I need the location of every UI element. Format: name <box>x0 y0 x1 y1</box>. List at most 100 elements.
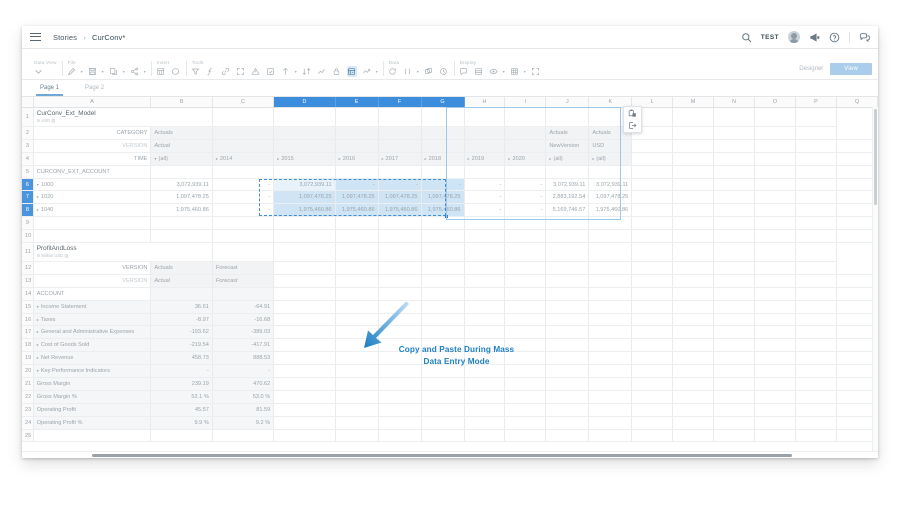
alert-triangle-icon[interactable] <box>251 66 261 77</box>
cell-f25[interactable] <box>378 429 422 443</box>
model-title-cell[interactable]: CurConv_Ext_Model In USD ▥ <box>33 107 213 127</box>
cell-k25[interactable] <box>588 429 633 443</box>
cell-e14[interactable] <box>335 287 379 301</box>
cell-c25[interactable] <box>212 429 275 443</box>
cell-d12[interactable] <box>273 261 336 275</box>
cell-b21[interactable]: 239.19 <box>150 377 213 391</box>
cell-i8[interactable]: - <box>504 203 547 218</box>
cell-p21[interactable] <box>795 377 837 391</box>
cell-g14[interactable] <box>421 287 465 301</box>
cell-d20[interactable] <box>273 364 336 379</box>
cell-o5[interactable] <box>754 165 796 179</box>
cell-g9[interactable] <box>421 216 465 231</box>
cell-p16[interactable] <box>795 313 837 327</box>
extra-time-2[interactable]: ▸ (all) <box>588 152 633 166</box>
model2-dim-label-version2[interactable]: VERSION <box>33 274 152 288</box>
cell-f9[interactable] <box>378 216 422 231</box>
cell-i11[interactable] <box>464 242 506 263</box>
cell-f10[interactable] <box>378 229 422 244</box>
row-header-6[interactable]: 6 <box>22 178 34 192</box>
cell-l8[interactable] <box>631 203 674 218</box>
cell-b9[interactable] <box>150 216 213 231</box>
column-header-n[interactable]: N <box>713 97 756 108</box>
cell-p13[interactable] <box>795 274 837 288</box>
chevron-down-icon[interactable] <box>33 66 43 77</box>
cell-m21[interactable] <box>672 377 715 391</box>
cell-h17[interactable] <box>464 325 506 340</box>
megaphone-icon[interactable] <box>809 32 820 43</box>
cell-e13[interactable] <box>335 274 379 288</box>
cell-p14[interactable] <box>795 287 837 301</box>
row-header-11[interactable]: 11 <box>22 242 34 263</box>
model2-title-cell[interactable]: ProfitAndLoss In Million USD ▥ <box>33 242 213 263</box>
row-header-10[interactable]: 10 <box>22 229 34 244</box>
cell-n3[interactable] <box>713 139 756 153</box>
cell-b14[interactable] <box>150 287 213 301</box>
cell-e9[interactable] <box>335 216 379 231</box>
column-header-o[interactable]: O <box>754 97 796 108</box>
cell-p8[interactable] <box>795 203 837 218</box>
cell-i9[interactable] <box>504 216 547 231</box>
cell-l13[interactable] <box>631 274 674 288</box>
cell-i2[interactable] <box>504 126 547 140</box>
cell-b6[interactable]: 3,072,939.11 <box>150 178 213 192</box>
cell-j14[interactable] <box>545 287 590 301</box>
cell-m14[interactable] <box>672 287 715 301</box>
time-2018[interactable]: ▸ 2018 <box>421 152 465 166</box>
vertical-scrollbar[interactable] <box>872 107 878 458</box>
fullscreen-icon[interactable] <box>531 66 541 77</box>
cell-c3[interactable] <box>212 139 275 153</box>
row-header-8[interactable]: 8 <box>22 203 34 218</box>
cell-b10[interactable] <box>150 229 213 244</box>
cell-d23[interactable] <box>273 403 336 417</box>
layout-icon[interactable] <box>474 66 484 77</box>
cell-f24[interactable] <box>378 416 422 430</box>
dim-value-category[interactable]: Actuals <box>150 126 213 140</box>
cell-o3[interactable] <box>754 139 796 153</box>
cell-m5[interactable] <box>672 165 715 179</box>
table-insert-icon[interactable] <box>156 66 166 77</box>
cell-h13[interactable] <box>464 274 506 288</box>
cell-i10[interactable] <box>504 229 547 244</box>
cell-c2[interactable] <box>212 126 275 140</box>
cell-g15[interactable] <box>421 300 465 314</box>
cell-n9[interactable] <box>713 216 756 231</box>
cell-p4[interactable] <box>795 152 837 166</box>
row-header-25[interactable]: 25 <box>22 429 34 443</box>
cell-q1[interactable] <box>795 107 837 127</box>
spreadsheet-grid[interactable]: A B C D E F G H I J K L M N O P Q 1 CurC… <box>22 97 878 458</box>
chevron-down-icon[interactable]: ▾ <box>295 69 297 74</box>
row-header-23[interactable]: 23 <box>22 403 34 417</box>
copy-icon[interactable] <box>109 66 119 77</box>
cell-g13[interactable] <box>421 274 465 288</box>
cell-c16[interactable]: -16.68 <box>212 313 275 327</box>
cell-n22[interactable] <box>713 390 756 404</box>
hamburger-icon[interactable] <box>30 32 41 42</box>
cell-c24[interactable]: 9.2 % <box>212 416 275 430</box>
extra-time-1[interactable]: ▸ (all) <box>545 152 590 166</box>
cell-o18[interactable] <box>754 338 796 353</box>
cell-f5[interactable] <box>378 165 422 179</box>
triangle-right-icon[interactable]: ▸ <box>37 355 39 360</box>
cell-g3[interactable] <box>421 139 465 153</box>
time-2016[interactable]: ▸ 2016 <box>335 152 379 166</box>
cell-c6[interactable]: - <box>212 178 275 192</box>
row-header-13[interactable]: 13 <box>22 274 34 288</box>
cell-o19[interactable] <box>754 351 796 366</box>
cell-o1[interactable] <box>713 107 756 127</box>
cell-e2[interactable] <box>335 126 379 140</box>
cell-m20[interactable] <box>672 364 715 379</box>
cell-o22[interactable] <box>754 390 796 404</box>
cell-m18[interactable] <box>672 338 715 353</box>
cell-k24[interactable] <box>588 416 633 430</box>
cell-l22[interactable] <box>631 390 674 404</box>
cell-j18[interactable] <box>545 338 590 353</box>
chevron-down-icon[interactable]: ▾ <box>503 69 505 74</box>
cell-g8[interactable]: 1,975,460.86 <box>421 203 465 218</box>
cell-i16[interactable] <box>504 313 547 327</box>
breadcrumb-root[interactable]: Stories <box>53 33 77 42</box>
chevron-down-icon[interactable]: ▾ <box>524 69 526 74</box>
cell-k5[interactable] <box>588 165 633 179</box>
cell-h23[interactable] <box>464 403 506 417</box>
cell-g11[interactable] <box>378 242 422 263</box>
